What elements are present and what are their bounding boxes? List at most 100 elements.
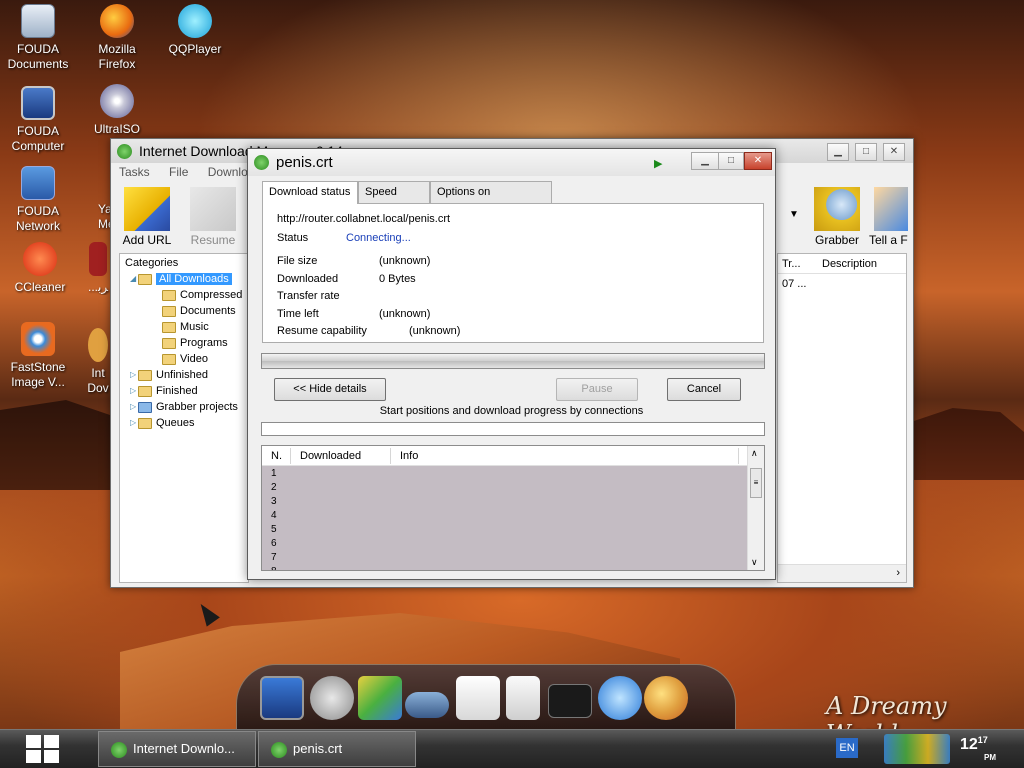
taskbar-item-penis-crt[interactable]: penis.crt [258,731,416,767]
windows-logo-pane [26,750,41,763]
vertical-scrollbar[interactable]: ∧ ≡ ∨ [747,446,764,570]
internet-explorer-dock-icon[interactable] [598,676,642,720]
column-header-transfer[interactable]: Tr... [782,258,801,270]
resume-capability-label: Resume capability [277,325,367,337]
connection-row: 2 [271,482,277,493]
document-dock-icon[interactable] [456,676,500,720]
system-tray-icons[interactable] [884,734,950,764]
taskbar: Internet Downlo... penis.crt EN 1217 PM [0,729,1024,768]
category-programs[interactable]: Programs [162,335,228,351]
scroll-up-icon[interactable]: ∧ [751,448,758,459]
column-divider [290,448,291,464]
categories-panel[interactable]: Categories ◢ All Downloads Compressed Doc… [119,253,249,583]
idm-globe-icon [117,144,132,159]
desktop-icon-ultraiso[interactable]: UltraISO [79,84,155,137]
folder-icon [138,385,152,397]
cancel-button[interactable]: Cancel [667,378,741,401]
desktop-icon-fouda-computer[interactable]: FOUDA Computer [0,86,76,154]
category-all-downloads[interactable]: ◢ All Downloads [130,271,232,287]
ccleaner-icon [23,242,57,276]
category-documents[interactable]: Documents [162,303,236,319]
close-button[interactable]: ✕ [744,152,772,170]
tab-options-on-completion[interactable]: Options on completion [430,181,552,218]
language-indicator[interactable]: EN [836,738,858,758]
wallpaper-mesa-right [905,408,1024,480]
menu-tasks[interactable]: Tasks [119,165,150,179]
desktop-icon-fouda-documents[interactable]: FOUDA Documents [0,4,76,72]
grabber-button[interactable]: Grabber [807,187,867,247]
add-url-button[interactable]: Add URL [117,187,177,247]
start-button[interactable] [26,735,62,765]
time-left-value: (unknown) [379,308,431,320]
desktop-icon-mozilla-firefox[interactable]: Mozilla Firefox [79,4,155,72]
taskbar-item-idm[interactable]: Internet Downlo... [98,731,256,767]
column-header-info[interactable]: Info [400,450,418,462]
tree-collapsed-icon[interactable]: ▷ [130,399,138,415]
category-label: Unfinished [156,369,208,381]
menu-file[interactable]: File [169,165,188,179]
desktop-icon-fouda-network[interactable]: FOUDA Network [0,166,76,234]
resume-button[interactable]: Resume [183,187,243,247]
desktop-icon-idm[interactable]: Int Dov [86,328,110,396]
resume-label: Resume [190,233,236,247]
grabber-icon [814,187,860,231]
category-queues[interactable]: ▷ Queues [130,415,195,431]
maximize-button[interactable]: □ [718,152,744,170]
toolbar-dropdown-arrow-icon[interactable]: ▼ [789,209,799,220]
pause-button[interactable]: Pause [556,378,638,401]
computer-icon [21,86,55,120]
tree-collapsed-icon[interactable]: ▷ [130,415,138,431]
drive-dock-icon[interactable] [405,692,449,718]
display-dock-icon[interactable] [548,684,592,718]
dialog-title: penis.crt [276,154,333,171]
column-header-number[interactable]: N. [271,450,282,462]
desktop-icon-label: FOUDA Documents [7,42,69,71]
paint-palette-dock-icon[interactable] [644,676,688,720]
qqplayer-icon [178,4,212,38]
connections-table[interactable]: N. Downloaded Info 1 2 3 4 5 6 7 8 ∧ ≡ ∨ [261,445,765,571]
maximize-button[interactable]: □ [855,143,877,161]
category-compressed[interactable]: Compressed [162,287,242,303]
downloads-list[interactable]: Tr... Description 07 ... › [777,253,907,583]
folder-icon [138,369,152,381]
dialog-titlebar[interactable]: penis.crt ▶ ▁ □ ✕ [248,149,775,176]
recycle-bin-dock-icon[interactable] [506,676,540,720]
category-unfinished[interactable]: ▷ Unfinished [130,367,208,383]
status-value: Connecting... [346,232,411,244]
scroll-right-icon[interactable]: › [896,567,900,579]
download-dialog[interactable]: penis.crt ▶ ▁ □ ✕ Download status Speed … [247,148,776,580]
file-size-value: (unknown) [379,255,431,267]
column-header-description[interactable]: Description [822,258,877,270]
tree-collapsed-icon[interactable]: ▷ [130,383,138,399]
scroll-thumb[interactable]: ≡ [750,468,762,498]
category-video[interactable]: Video [162,351,208,367]
category-label: Video [180,353,208,365]
category-music[interactable]: Music [162,319,209,335]
windows-logo-pane [44,735,59,748]
tell-friend-button[interactable]: Tell a F [869,187,913,247]
settings-dock-icon[interactable] [310,676,354,720]
close-button[interactable]: ✕ [883,143,905,161]
tab-download-status[interactable]: Download status [262,181,358,204]
category-grabber-projects[interactable]: ▷ Grabber projects [130,399,238,415]
column-header-downloaded[interactable]: Downloaded [300,450,361,462]
time-left-label: Time left [277,308,319,320]
horizontal-scrollbar[interactable]: › [778,564,906,582]
clock[interactable]: 1217 PM [960,735,996,762]
hide-details-button[interactable]: << Hide details [274,378,386,401]
folder-icon [162,337,176,349]
desktop-icon-qqplayer[interactable]: QQPlayer [157,4,233,57]
monitor-dock-icon[interactable] [260,676,304,720]
desktop-icon-arabic-app[interactable]: ...ﺮﺑ [86,242,110,295]
desktop-icon-faststone[interactable]: FastStone Image V... [0,322,76,390]
scroll-down-icon[interactable]: ∨ [751,557,758,568]
photos-dock-icon[interactable] [358,676,402,720]
minimize-button[interactable]: ▁ [691,152,719,170]
minimize-button[interactable]: ▁ [827,143,849,161]
desktop-icon-ccleaner[interactable]: CCleaner [2,242,78,295]
desktop-icon-yahoo-messenger[interactable]: Ya Mes [80,166,110,232]
tab-speed-limiter[interactable]: Speed Limiter [358,181,430,218]
tree-expanded-icon[interactable]: ◢ [130,271,138,287]
category-finished[interactable]: ▷ Finished [130,383,198,399]
tree-collapsed-icon[interactable]: ▷ [130,367,138,383]
